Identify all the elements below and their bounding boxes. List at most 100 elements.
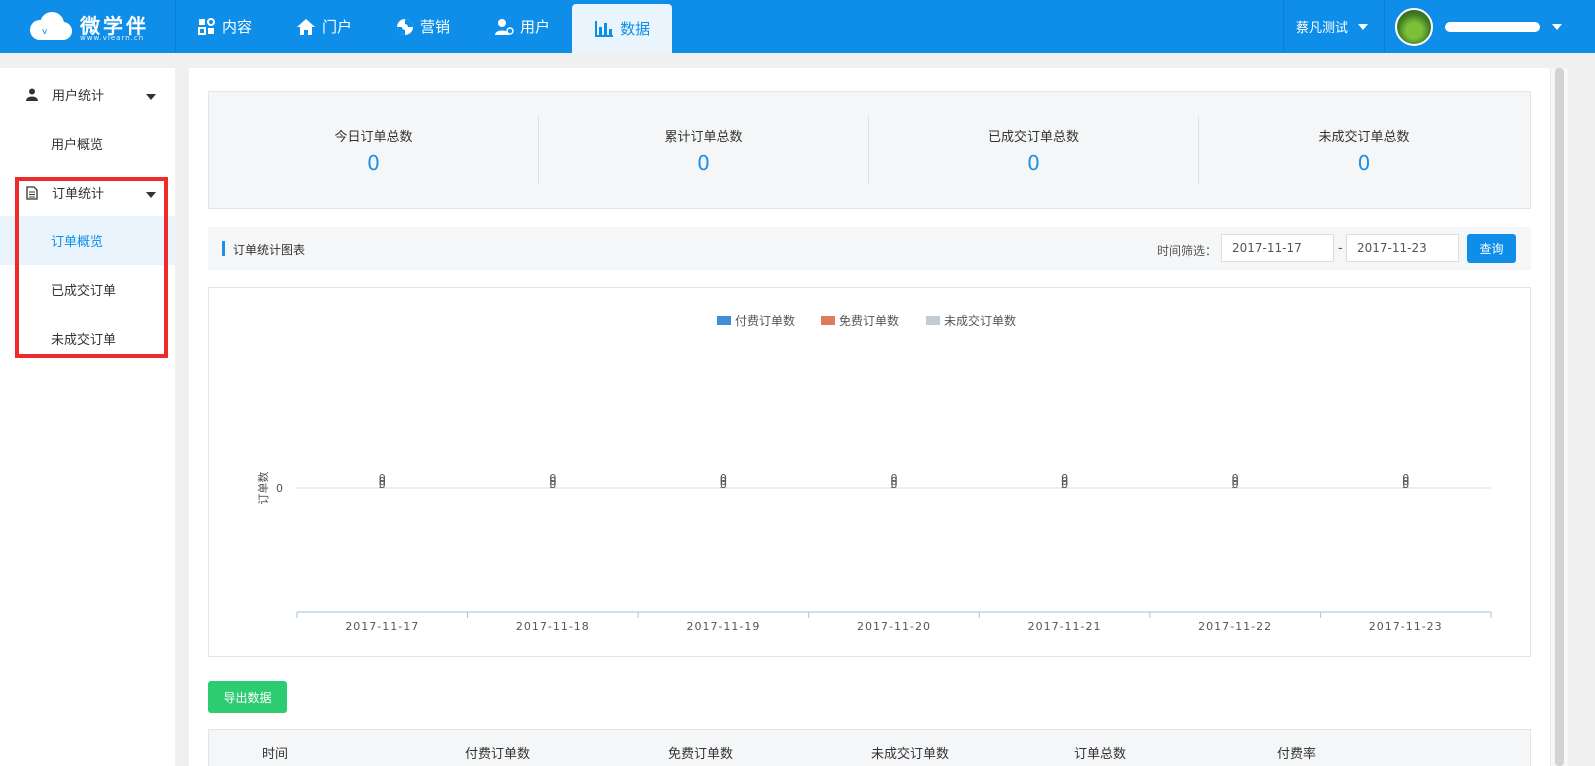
stat-value: 0 [1357,150,1371,175]
content-icon [198,17,216,36]
chart-section-header: 订单统计图表 时间筛选： 2017-11-17 - 2017-11-23 查询 [208,227,1531,270]
column-header: 免费订单数 [668,747,734,762]
home-icon [296,18,316,36]
stats-panel: 今日订单总数 0 累计订单总数 0 已成交订单总数 0 未成交订单总数 0 [208,91,1531,209]
nav-data[interactable]: 数据 [572,4,673,53]
scrollbar-thumb[interactable] [1555,68,1564,766]
nav-data-label: 数据 [620,20,651,38]
sidebar-group-label: 订单统计 [52,187,105,202]
x-tick-label: 2017-11-17 [345,620,419,633]
bar-data-label: 0 [1232,478,1239,491]
tenant-switcher[interactable]: 蔡凡测试 [1282,0,1385,53]
legend-label: 免费订单数 [839,313,899,328]
bar-data-label: 0 [720,478,727,491]
section-title: 订单统计图表 [233,243,306,257]
sidebar-group-user-stats[interactable]: 用户统计 [0,70,175,119]
nav-users-label: 用户 [520,18,551,36]
x-tick-label: 2017-11-23 [1369,620,1443,633]
sidebar-group-order-stats[interactable]: 订单统计 [0,168,175,217]
bar-data-label: 0 [1402,478,1409,491]
main-nav: 内容 门户 营销 用户 数据 [176,0,673,53]
stat-value: 0 [697,150,710,175]
sidebar-item-completed-orders[interactable]: 已成交订单 [0,265,175,314]
user-icon [494,18,514,36]
vertical-scrollbar[interactable] [1550,68,1568,766]
legend-label: 未成交订单数 [944,313,1016,328]
sidebar-item-label: 已成交订单 [51,284,117,299]
brand-url: www.vlearn.cn [80,34,145,42]
legend-swatch [821,316,835,325]
column-header: 付费率 [1277,747,1317,762]
cloud-logo-icon: v [30,12,72,40]
sidebar-group-label: 用户统计 [52,89,105,104]
query-button[interactable]: 查询 [1467,234,1516,263]
nav-content-label: 内容 [222,18,253,36]
chevron-down-icon [146,94,156,100]
order-chart: 付费订单数 免费订单数 未成交订单数订单数 0 2017-11-17 0 0 0 2017-11… [208,287,1531,657]
document-icon [26,185,42,200]
chevron-down-icon [1552,23,1562,30]
sidebar-item-label: 用户概览 [51,138,104,153]
column-header: 未成交订单数 [871,747,950,762]
sidebar-item-user-overview[interactable]: 用户概览 [0,119,175,168]
chart-canvas: 付费订单数 免费订单数 未成交订单数订单数 0 2017-11-17 0 0 0 2017-11… [257,313,1492,633]
y-tick-label: 0 [276,482,283,495]
sidebar-item-label: 未成交订单 [51,333,117,348]
bar-data-label: 0 [891,478,898,491]
user-menu[interactable] [1385,0,1595,53]
table-header: 时间 付费订单数 免费订单数 未成交订单数 订单总数 付费率 [208,729,1531,766]
x-tick-label: 2017-11-18 [516,620,590,633]
nav-portal-label: 门户 [322,18,353,36]
nav-content[interactable]: 内容 [176,0,274,53]
export-button[interactable]: 导出数据 [208,681,287,713]
date-filter-label: 时间筛选： [1157,244,1218,258]
stat-today-orders: 今日订单总数 0 [209,116,539,184]
stat-uncompleted-orders: 未成交订单总数 0 [1199,116,1529,184]
legend-swatch [717,316,731,325]
stat-value: 0 [367,150,380,175]
bar-data-label: 0 [1061,478,1068,491]
brand-logo[interactable]: v 微学伴 www.vlearn.cn [0,0,176,53]
y-axis-label: 订单数 [257,472,270,505]
stat-label: 今日订单总数 [334,129,413,145]
end-date-input[interactable]: 2017-11-23 [1346,234,1459,262]
main-content: 今日订单总数 0 累计订单总数 0 已成交订单总数 0 未成交订单总数 0 订单… [189,68,1550,766]
nav-portal[interactable]: 门户 [274,0,374,53]
avatar [1395,7,1433,46]
nav-marketing[interactable]: 营销 [374,0,472,53]
column-header: 订单总数 [1074,747,1127,762]
nav-marketing-label: 营销 [420,18,451,36]
stat-completed-orders: 已成交订单总数 0 [869,116,1199,184]
section-accent-bar [222,241,225,256]
bar-chart-icon [594,20,614,38]
svg-text:v: v [42,27,48,37]
stat-label: 已成交订单总数 [987,129,1079,145]
start-date-input[interactable]: 2017-11-17 [1221,234,1334,262]
top-right-area: 蔡凡测试 [1282,0,1595,53]
person-icon [26,88,42,101]
chevron-down-icon [146,192,156,198]
stat-value: 0 [1027,150,1040,175]
stat-label: 未成交订单总数 [1318,129,1410,145]
marketing-icon [396,18,414,36]
top-navbar: v 微学伴 www.vlearn.cn 内容 门户 营销 用户 数据 蔡凡测试 [0,0,1595,53]
x-tick-label: 2017-11-20 [857,620,931,633]
tenant-name: 蔡凡测试 [1295,21,1348,36]
sidebar-item-order-overview[interactable]: 订单概览 [0,216,175,265]
x-tick-label: 2017-11-21 [1028,620,1102,633]
x-tick-label: 2017-11-19 [686,620,760,633]
legend-label: 付费订单数 [735,313,795,328]
column-header: 付费订单数 [465,747,531,762]
nav-users[interactable]: 用户 [472,0,572,53]
bar-data-label: 0 [379,478,386,491]
x-tick-label: 2017-11-22 [1198,620,1272,633]
column-header: 时间 [262,747,289,762]
sidebar-item-uncompleted-orders[interactable]: 未成交订单 [0,314,175,363]
sidebar-item-label: 订单概览 [51,235,104,250]
user-name-redacted [1445,21,1540,32]
chevron-down-icon [1358,23,1368,30]
bar-data-label: 0 [549,478,556,491]
legend-swatch [926,316,940,325]
stat-total-orders: 累计订单总数 0 [539,116,869,184]
stat-label: 累计订单总数 [664,129,743,145]
